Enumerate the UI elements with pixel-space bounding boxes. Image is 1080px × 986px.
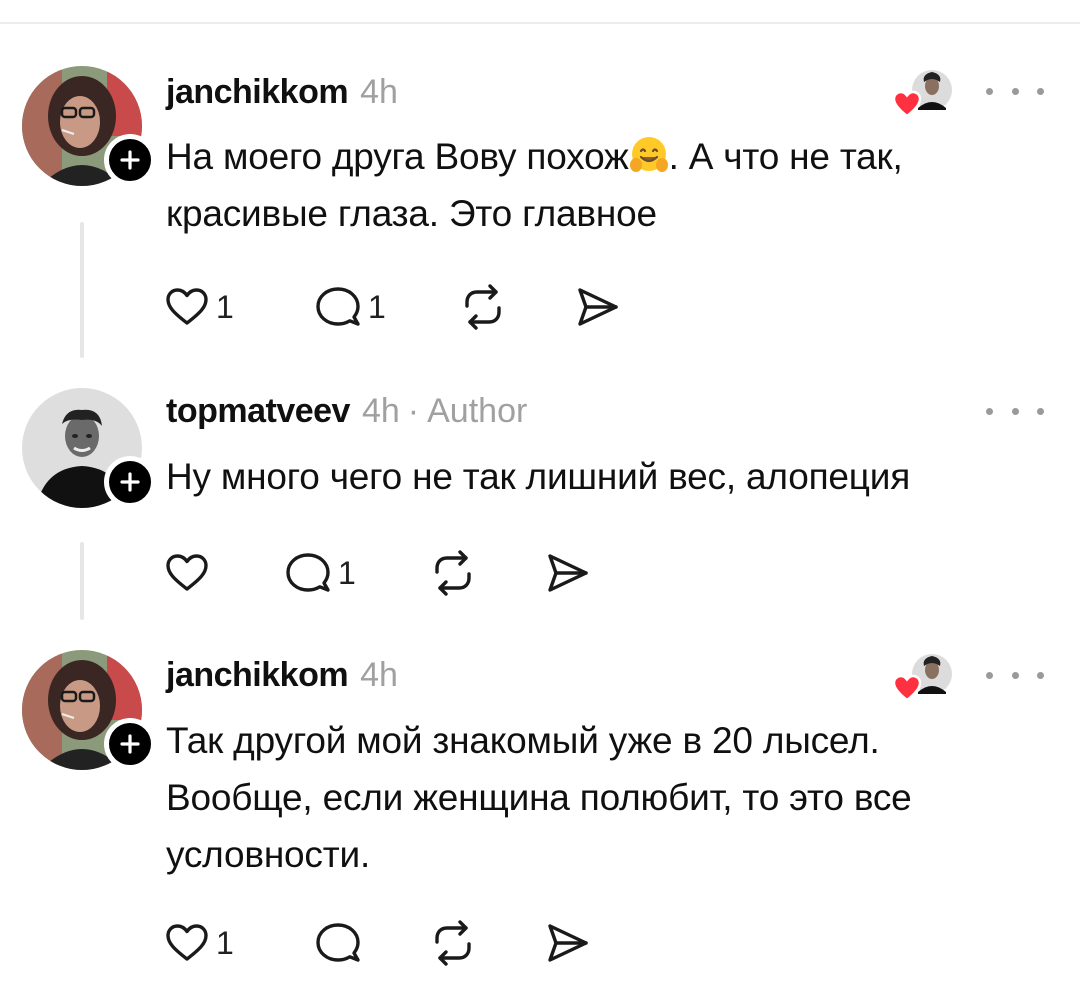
plus-icon [120, 734, 140, 754]
heart-outline-icon [166, 288, 208, 325]
avatar-janchikkom[interactable] [22, 650, 156, 770]
post-actions: 1 [164, 548, 622, 598]
more-dot [1011, 407, 1019, 415]
follow-button[interactable] [104, 456, 156, 508]
heart-outline-icon [166, 554, 208, 591]
author-badge: Author [427, 392, 528, 430]
share-button[interactable] [542, 918, 622, 968]
post-actions: 1 [164, 918, 622, 968]
post-text-part: На моего друга Вову похож [166, 136, 629, 177]
avatar-janchikkom[interactable] [22, 66, 156, 186]
reply-button[interactable]: 1 [284, 548, 428, 598]
like-count: 1 [216, 924, 234, 961]
reply-button[interactable] [314, 918, 428, 968]
more-options-button[interactable] [986, 660, 1044, 690]
post-header: janchikkom 4h [166, 72, 398, 112]
plus-icon [120, 472, 140, 492]
more-dots-icon [986, 87, 993, 95]
heart-filled-icon [892, 674, 922, 702]
repost-button[interactable] [458, 282, 572, 332]
timestamp: 4h [360, 656, 398, 694]
post-text: Так другой мой знакомый уже в 20 лысел. … [166, 720, 912, 875]
more-options-button[interactable] [986, 76, 1044, 106]
more-dot [1037, 671, 1044, 679]
hugging-face-emoji-icon [629, 137, 668, 172]
reply-count: 1 [338, 554, 356, 591]
heart-filled-icon [892, 90, 922, 118]
reply-count: 1 [368, 288, 386, 325]
liked-by-author-indicator [892, 66, 956, 122]
like-button[interactable]: 1 [164, 282, 314, 332]
more-options-button[interactable] [986, 396, 1044, 426]
repost-icon [435, 920, 471, 966]
post-header: janchikkom 4h [166, 655, 398, 695]
follow-button[interactable] [104, 134, 156, 186]
more-dot [1037, 87, 1044, 95]
share-button[interactable] [572, 282, 652, 332]
like-button[interactable]: 1 [164, 918, 314, 968]
timestamp: 4h [361, 392, 400, 430]
timestamp: 4h [360, 73, 398, 111]
share-button[interactable] [542, 548, 622, 598]
plus-icon [120, 150, 140, 170]
post-text: На моего друга Вову похож . А что не так… [166, 128, 1026, 242]
repost-icon [465, 284, 501, 330]
liked-by-author-indicator [892, 650, 956, 706]
like-button[interactable] [164, 548, 284, 598]
thread-line [80, 222, 84, 358]
post-actions: 1 1 [164, 282, 652, 332]
repost-button[interactable] [428, 548, 542, 598]
more-dots-icon [986, 407, 993, 415]
avatar-topmatveev[interactable] [22, 388, 156, 508]
speech-bubble-icon [316, 287, 360, 326]
thread-line [80, 542, 84, 620]
more-dots-icon [986, 671, 993, 679]
more-dot [1011, 87, 1019, 95]
username[interactable]: janchikkom [166, 72, 349, 112]
heart-outline-icon [166, 924, 208, 961]
top-divider [0, 22, 1080, 24]
more-dot [1037, 407, 1044, 415]
post-text: Ну много чего не так лишний вес, алопеци… [166, 456, 911, 497]
send-icon [548, 924, 588, 962]
repost-button[interactable] [428, 918, 542, 968]
username[interactable]: topmatveev [166, 391, 350, 431]
reply-button[interactable]: 1 [314, 282, 458, 332]
more-dot [1011, 671, 1019, 679]
speech-bubble-icon [316, 923, 360, 962]
send-icon [548, 554, 588, 592]
send-icon [578, 288, 618, 326]
speech-bubble-icon [286, 553, 330, 592]
separator: · [407, 392, 420, 430]
username[interactable]: janchikkom [166, 655, 349, 695]
follow-button[interactable] [104, 718, 156, 770]
repost-icon [435, 550, 471, 596]
like-count: 1 [216, 288, 234, 325]
post-header: topmatveev 4h · Author [166, 391, 527, 431]
